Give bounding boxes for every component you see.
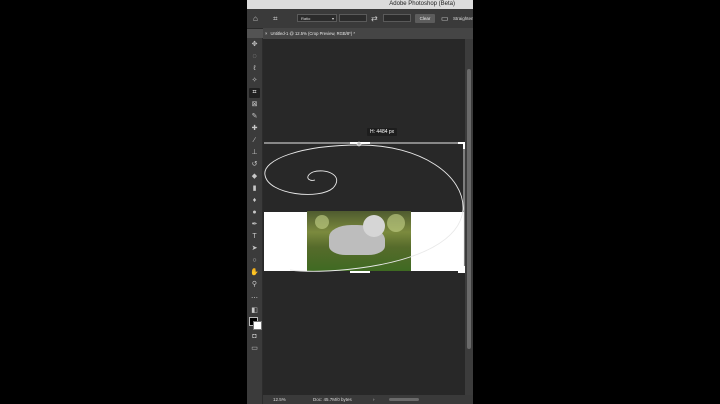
status-arrow-icon[interactable]: ›	[373, 395, 375, 404]
pen-tool-icon[interactable]: ✒	[249, 220, 260, 230]
magic-wand-tool-icon[interactable]: ✧	[249, 76, 260, 86]
crop-tool-icon[interactable]: ⌗	[273, 9, 278, 28]
marquee-tool-icon[interactable]: ◌	[249, 52, 260, 62]
status-bar: 12.5% Doc: 45.7M/0 bytes ›	[263, 395, 473, 404]
path-select-icon[interactable]: ➤	[249, 244, 260, 254]
gradient-tool-icon[interactable]: ▮	[249, 184, 260, 194]
close-icon[interactable]: ×	[265, 31, 267, 36]
shape-tool-icon[interactable]: ○	[249, 256, 260, 266]
photoshop-window: Adobe Photoshop (Beta) ⌂ ⌗ Ratio ▾ ⇄ Cle…	[247, 0, 473, 404]
dog-head	[363, 215, 385, 237]
vertical-scrollbar[interactable]	[465, 39, 473, 395]
brush-tool-icon[interactable]: ∕	[249, 136, 260, 146]
crop-size-tooltip: H: 4484 px	[367, 128, 398, 136]
history-brush-icon[interactable]: ↺	[249, 160, 260, 170]
more-tools-icon[interactable]: ⋯	[249, 294, 260, 304]
bokeh-highlight	[387, 214, 405, 232]
vertical-scroll-thumb[interactable]	[467, 69, 471, 349]
background-color-swatch[interactable]	[253, 321, 262, 330]
swap-icon[interactable]: ⇄	[371, 9, 378, 28]
title-bar: Adobe Photoshop (Beta)	[247, 0, 473, 9]
ratio-select[interactable]: Ratio ▾	[297, 14, 337, 22]
healing-brush-icon[interactable]: ✚	[249, 124, 260, 134]
chevron-down-icon: ▾	[331, 16, 334, 21]
hand-tool-icon[interactable]: ✋	[249, 268, 260, 278]
type-tool-icon[interactable]: T	[249, 232, 260, 242]
color-swatches[interactable]	[249, 317, 262, 330]
horizontal-scroll-thumb[interactable]	[389, 398, 419, 401]
quick-mask-icon[interactable]: ◘	[249, 332, 260, 342]
crop-tool-icon[interactable]: ⌗	[249, 88, 260, 98]
dodge-tool-icon[interactable]: ●	[249, 208, 260, 218]
zoom-level[interactable]: 12.5%	[273, 395, 286, 404]
blur-tool-icon[interactable]: ♦	[249, 196, 260, 206]
lasso-tool-icon[interactable]: ℓ	[249, 64, 260, 74]
home-icon[interactable]: ⌂	[253, 9, 258, 28]
options-bar: ⌂ ⌗ Ratio ▾ ⇄ Clear ▭ Straighten	[247, 9, 473, 29]
clone-stamp-icon[interactable]: ⊥	[249, 148, 260, 158]
eraser-tool-icon[interactable]: ◆	[249, 172, 260, 182]
bokeh-highlight	[315, 215, 329, 229]
window-title: Adobe Photoshop (Beta)	[389, 1, 455, 7]
eyedropper-tool-icon[interactable]: ✎	[249, 112, 260, 122]
straighten-label[interactable]: Straighten	[453, 9, 473, 28]
dog-photo	[307, 211, 411, 271]
screen-mode-icon[interactable]: ▭	[249, 344, 260, 354]
tools-panel: ✥ ◌ ℓ ✧ ⌗ ⊠ ✎ ✚ ∕ ⊥ ↺ ◆ ▮ ♦ ● ✒ T ➤ ○ ✋ …	[247, 38, 263, 404]
move-tool-icon[interactable]: ✥	[249, 40, 260, 50]
ratio-select-label: Ratio	[301, 16, 311, 21]
ratio-height-field[interactable]	[383, 14, 411, 22]
default-colors-icon[interactable]: ◧	[249, 306, 260, 316]
document-tab-label: Untitled-1 @ 12.5% (Crop Preview, RGB/8*…	[270, 31, 355, 36]
document-tab-bar: × Untitled-1 @ 12.5% (Crop Preview, RGB/8…	[263, 28, 473, 39]
straighten-icon[interactable]: ▭	[441, 9, 449, 28]
document-info: Doc: 45.7M/0 bytes	[313, 397, 352, 402]
document-tab[interactable]: × Untitled-1 @ 12.5% (Crop Preview, RGB/8…	[265, 29, 355, 38]
zoom-tool-icon[interactable]: ⚲	[249, 280, 260, 290]
frame-tool-icon[interactable]: ⊠	[249, 100, 260, 110]
ratio-width-field[interactable]	[339, 14, 367, 22]
clear-button[interactable]: Clear	[415, 14, 435, 23]
